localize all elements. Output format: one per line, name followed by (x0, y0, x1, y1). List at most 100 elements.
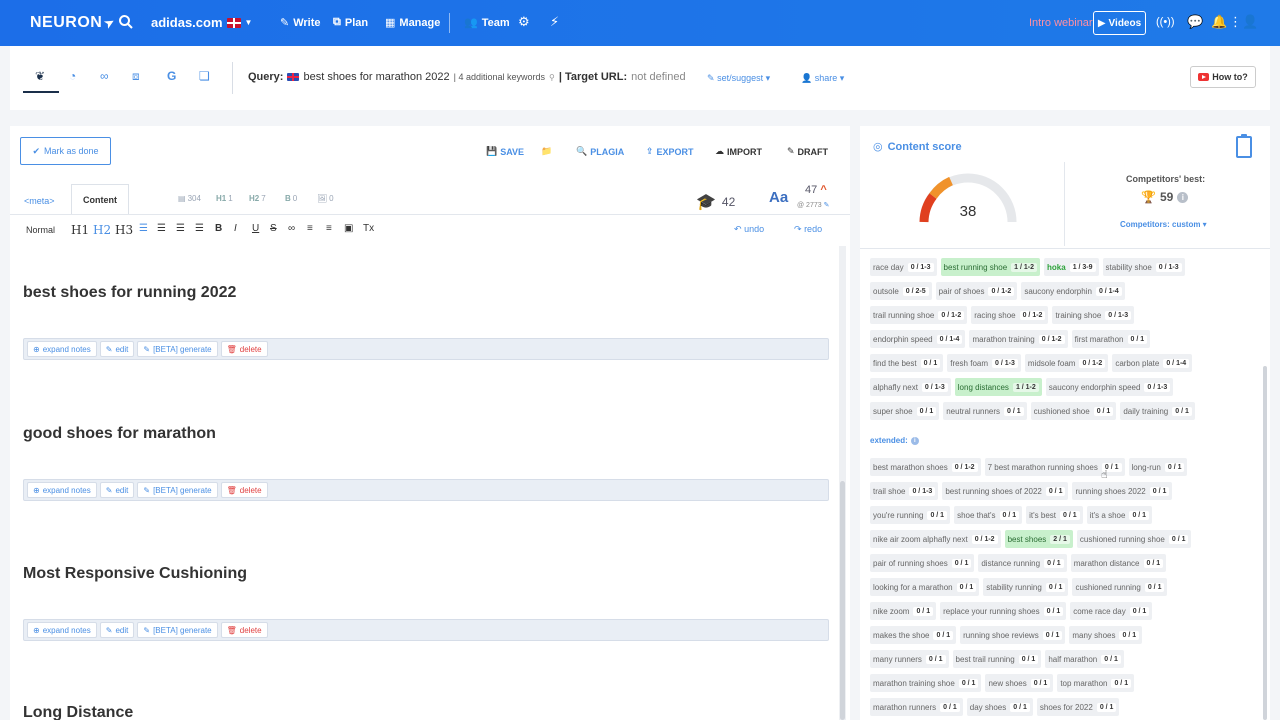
chat-icon[interactable]: 💬 (1187, 14, 1203, 30)
redo-button[interactable]: ↷ redo (794, 224, 822, 235)
import-button[interactable]: ☁ IMPORT (715, 146, 762, 157)
clear-format-icon[interactable]: Tx (363, 223, 374, 234)
keyword-chip[interactable]: long distances 1 / 1-2 (954, 378, 1042, 396)
format-h3-button[interactable]: H3 (115, 223, 133, 237)
keyword-chip[interactable]: daily training 0 / 1 (1120, 402, 1195, 420)
bold-icon[interactable]: B (215, 223, 222, 234)
neuron-logo[interactable]: NEURON ➤ (30, 13, 118, 32)
nav-manage[interactable]: ▦ Manage (385, 16, 440, 30)
leaf-icon[interactable]: ❦ (35, 69, 45, 83)
keyword-chip[interactable]: marathon training shoe 0 / 1 (870, 674, 982, 692)
clipboard-icon[interactable] (1236, 134, 1252, 158)
how-to-button[interactable]: How to? (1190, 66, 1256, 88)
user-icon[interactable]: 👤 (1242, 14, 1258, 30)
content-heading[interactable]: Long Distance (23, 704, 133, 720)
keyword-chip[interactable]: endorphin speed 0 / 1-4 (870, 330, 966, 348)
keyword-chip[interactable]: it's best 0 / 1 (1026, 506, 1083, 524)
keyword-chip[interactable]: best trail running 0 / 1 (952, 650, 1042, 668)
expand-notes-button[interactable]: ⊕ expand notes (27, 622, 97, 638)
keyword-chip[interactable]: come race day 0 / 1 (1070, 602, 1153, 620)
image-insert-icon[interactable]: ▣ (344, 223, 353, 234)
delete-button[interactable]: 🗑 delete (220, 482, 268, 498)
pie-chart-icon[interactable]: ◔ (69, 69, 76, 83)
keyword-chip[interactable]: marathon runners 0 / 1 (870, 698, 963, 716)
keyword-chip[interactable]: shoe that's 0 / 1 (954, 506, 1023, 524)
keyword-chip[interactable]: find the best 0 / 1 (870, 354, 944, 372)
network-icon[interactable]: ⧈ (132, 69, 140, 84)
intro-webinar-link[interactable]: Intro webinar (1029, 17, 1093, 29)
edit-button[interactable]: ✎ edit (99, 622, 135, 638)
nav-team[interactable]: 👥 Team (464, 16, 510, 30)
keyword-chip[interactable]: new shoes 0 / 1 (985, 674, 1054, 692)
keyword-chip[interactable]: midsole foam 0 / 1-2 (1024, 354, 1109, 372)
strikethrough-icon[interactable]: S (270, 223, 277, 234)
keyword-chip[interactable]: many runners 0 / 1 (870, 650, 949, 668)
keyword-chip[interactable]: saucony endorphin 0 / 1-4 (1021, 282, 1125, 300)
keyword-chip[interactable]: replace your running shoes 0 / 1 (940, 602, 1067, 620)
keywords-scrollbar[interactable] (1263, 366, 1267, 720)
align-center-icon[interactable]: ☰ (157, 223, 166, 234)
align-left-icon[interactable]: ☰ (139, 223, 148, 234)
expand-notes-button[interactable]: ⊕ expand notes (27, 341, 97, 357)
delete-button[interactable]: 🗑 delete (220, 622, 268, 638)
plagia-button[interactable]: 🔍 PLAGIA (576, 146, 624, 157)
keyword-chip[interactable]: cushioned shoe 0 / 1 (1030, 402, 1117, 420)
keyword-chip[interactable]: neutral runners 0 / 1 (943, 402, 1027, 420)
generate-button[interactable]: ✎ [BETA] generate (137, 482, 218, 498)
nav-plan[interactable]: ⧉ Plan (333, 16, 368, 29)
keyword-chip[interactable]: day shoes 0 / 1 (966, 698, 1033, 716)
keyword-chip[interactable]: racing shoe 0 / 1-2 (971, 306, 1049, 324)
generate-button[interactable]: ✎ [BETA] generate (137, 622, 218, 638)
info-icon[interactable]: i (910, 436, 919, 445)
keyword-chip[interactable]: saucony endorphin speed 0 / 1-3 (1045, 378, 1174, 396)
link-icon[interactable]: ∞ (288, 223, 295, 234)
italic-icon[interactable]: I (234, 223, 237, 234)
keyword-chip[interactable]: half marathon 0 / 1 (1045, 650, 1124, 668)
edit-button[interactable]: ✎ edit (99, 482, 135, 498)
format-h2-button[interactable]: H2 (93, 223, 111, 237)
videos-button[interactable]: ▶ Videos (1093, 11, 1146, 35)
undo-button[interactable]: ↶ undo (734, 224, 764, 235)
info-icon[interactable]: i (1177, 191, 1189, 203)
keyword-chip[interactable]: best running shoes of 2022 0 / 1 (942, 482, 1069, 500)
broadcast-icon[interactable]: ((•)) (1156, 16, 1175, 28)
keyword-chip[interactable]: outsole 0 / 2-5 (870, 282, 932, 300)
keyword-chip[interactable]: cushioned running shoe 0 / 1 (1076, 530, 1192, 548)
editor-scrollbar-thumb[interactable] (840, 481, 845, 720)
export-button[interactable]: ⇪ EXPORT (646, 146, 694, 157)
set-suggest-link[interactable]: ✎ set/suggest ▾ (707, 73, 770, 84)
generate-button[interactable]: ✎ [BETA] generate (137, 341, 218, 357)
search-icon[interactable] (118, 13, 134, 31)
keyword-chip[interactable]: trail running shoe 0 / 1-2 (870, 306, 968, 324)
keyword-chip[interactable]: super shoe 0 / 1 (870, 402, 940, 420)
google-icon[interactable]: G (167, 69, 176, 83)
content-heading[interactable]: good shoes for marathon (23, 425, 216, 443)
bell-icon[interactable]: 🔔 (1211, 14, 1227, 30)
align-right-icon[interactable]: ☰ (176, 223, 185, 234)
format-normal-select[interactable]: Normal (26, 225, 55, 235)
keyword-chip[interactable]: long-run 0 / 1 (1128, 458, 1188, 476)
keyword-chip[interactable]: makes the shoe 0 / 1 (870, 626, 957, 644)
keyword-chip[interactable]: many shoes 0 / 1 (1069, 626, 1143, 644)
competitors-custom-dropdown[interactable]: Competitors: custom ▾ (1120, 220, 1207, 229)
keyword-chip[interactable]: stability shoe 0 / 1-3 (1102, 258, 1185, 276)
expand-notes-button[interactable]: ⊕ expand notes (27, 482, 97, 498)
comments-icon[interactable]: ❏ (199, 69, 210, 83)
ordered-list-icon[interactable]: ≡ (307, 223, 313, 234)
keyword-chip[interactable]: fresh foam 0 / 1-3 (947, 354, 1021, 372)
draft-button[interactable]: ✎ DRAFT (787, 146, 828, 157)
nav-write[interactable]: ✎ Write (280, 16, 321, 30)
keyword-chip[interactable]: nike air zoom alphafly next 0 / 1-2 (870, 530, 1001, 548)
keyword-chip[interactable]: running shoes 2022 0 / 1 (1072, 482, 1173, 500)
additional-keywords[interactable]: | 4 additional keywords (454, 72, 545, 82)
mark-as-done-button[interactable]: ✔ Mark as done (20, 137, 111, 165)
keyword-chip[interactable]: first marathon 0 / 1 (1071, 330, 1151, 348)
keyword-chip[interactable]: carbon plate 0 / 1-4 (1112, 354, 1193, 372)
tab-meta[interactable]: <meta> (24, 196, 55, 206)
keyword-chip[interactable]: it's a shoe 0 / 1 (1086, 506, 1153, 524)
keyword-chip[interactable]: training shoe 0 / 1-3 (1052, 306, 1135, 324)
keyword-chip[interactable]: trail shoe 0 / 1-3 (870, 482, 939, 500)
sliders-icon[interactable]: ⋮ (1229, 14, 1242, 30)
keyword-chip[interactable]: nike zoom 0 / 1 (870, 602, 937, 620)
keyword-chip[interactable]: shoes for 2022 0 / 1 (1036, 698, 1120, 716)
